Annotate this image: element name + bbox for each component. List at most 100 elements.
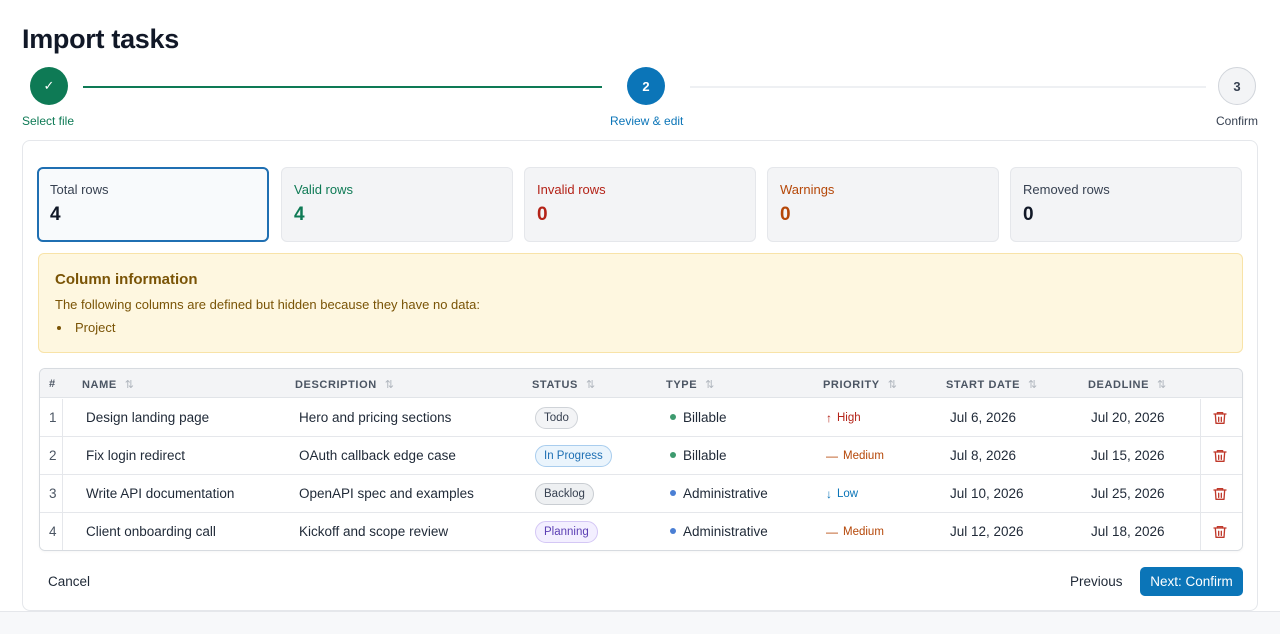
- step-2-label: Review & edit: [610, 114, 684, 128]
- column-divider: [62, 475, 63, 512]
- type-dot-icon: [670, 490, 676, 497]
- trash-icon[interactable]: [1212, 448, 1228, 464]
- column-divider: [62, 437, 63, 474]
- trash-icon[interactable]: [1212, 524, 1228, 540]
- task-name[interactable]: Write API documentation: [86, 486, 234, 501]
- hidden-column-item: Project: [75, 320, 116, 335]
- step-1-label: Select file: [22, 114, 75, 128]
- alert-title: Column information: [55, 271, 198, 288]
- stat-label: Removed rows: [1023, 182, 1110, 197]
- status-badge[interactable]: In Progress: [535, 445, 612, 467]
- header-status[interactable]: STATUS ⇅: [532, 378, 595, 392]
- sort-icon[interactable]: ⇅: [586, 378, 595, 391]
- header-start-date[interactable]: START DATE ⇅: [946, 378, 1037, 392]
- sort-icon[interactable]: ⇅: [1157, 378, 1166, 391]
- start-date[interactable]: Jul 8, 2026: [950, 448, 1016, 463]
- deadline[interactable]: Jul 18, 2026: [1091, 524, 1165, 539]
- task-name[interactable]: Client onboarding call: [86, 524, 216, 539]
- priority-arrow-icon: ↑: [826, 411, 832, 425]
- step-1-check-icon[interactable]: ✓: [30, 67, 68, 105]
- type-dot-icon: [670, 528, 676, 535]
- table-row[interactable]: 1 Design landing page Hero and pricing sec…: [40, 399, 1242, 437]
- stepper-connector-1: [83, 86, 602, 88]
- priority-indicator[interactable]: — Medium: [826, 449, 884, 463]
- status-badge[interactable]: Todo: [535, 407, 578, 429]
- stat-value: 4: [50, 204, 61, 225]
- alert-text: The following columns are defined but hi…: [55, 297, 480, 312]
- header-type[interactable]: TYPE ⇅: [666, 378, 714, 392]
- sort-icon[interactable]: ⇅: [385, 378, 394, 391]
- stat-invalid-rows[interactable]: Invalid rows 0: [524, 167, 756, 242]
- row-number: 4: [49, 524, 57, 539]
- stat-value: 0: [780, 204, 791, 225]
- deadline[interactable]: Jul 15, 2026: [1091, 448, 1165, 463]
- stat-value: 0: [1023, 204, 1034, 225]
- trash-icon[interactable]: [1212, 410, 1228, 426]
- priority-arrow-icon: —: [826, 525, 838, 539]
- step-2-marker[interactable]: 2: [627, 67, 665, 105]
- sort-icon[interactable]: ⇅: [888, 378, 897, 391]
- task-type[interactable]: Billable: [670, 448, 727, 463]
- stat-warnings[interactable]: Warnings 0: [767, 167, 999, 242]
- import-page: Import tasks ✓ 2 3 Select file Review & …: [0, 0, 1280, 612]
- header-deadline[interactable]: DEADLINE ⇅: [1088, 378, 1166, 392]
- sort-icon[interactable]: ⇅: [1028, 378, 1037, 391]
- row-number: 3: [49, 486, 57, 501]
- deadline[interactable]: Jul 25, 2026: [1091, 486, 1165, 501]
- sort-icon[interactable]: ⇅: [705, 378, 714, 391]
- stat-label: Total rows: [50, 182, 109, 197]
- task-name[interactable]: Design landing page: [86, 410, 209, 425]
- header-description[interactable]: DESCRIPTION ⇅: [295, 378, 394, 392]
- step-3-label: Confirm: [1216, 114, 1259, 128]
- status-badge[interactable]: Backlog: [535, 483, 594, 505]
- task-type[interactable]: Administrative: [670, 524, 768, 539]
- table-row[interactable]: 2 Fix login redirect OAuth callback edge c…: [40, 437, 1242, 475]
- task-type[interactable]: Administrative: [670, 486, 768, 501]
- column-info-alert: Column information The following columns…: [38, 253, 1243, 353]
- task-description[interactable]: OpenAPI spec and examples: [299, 486, 474, 501]
- task-description[interactable]: OAuth callback edge case: [299, 448, 456, 463]
- start-date[interactable]: Jul 12, 2026: [950, 524, 1024, 539]
- cancel-button[interactable]: Cancel: [48, 574, 90, 589]
- stat-label: Invalid rows: [537, 182, 606, 197]
- stepper-connector-2: [690, 86, 1206, 88]
- deadline[interactable]: Jul 20, 2026: [1091, 410, 1165, 425]
- stat-label: Warnings: [780, 182, 835, 197]
- previous-button[interactable]: Previous: [1070, 574, 1123, 589]
- table-row[interactable]: 3 Write API documentation OpenAPI spec and…: [40, 475, 1242, 513]
- priority-indicator[interactable]: ↑ High: [826, 411, 861, 425]
- step-3-marker[interactable]: 3: [1218, 67, 1256, 105]
- table-header: # NAME ⇅ DESCRIPTION ⇅ STATUS ⇅ TYPE ⇅ PRIOR…: [40, 369, 1242, 398]
- column-divider: [1200, 475, 1201, 512]
- priority-indicator[interactable]: — Medium: [826, 525, 884, 539]
- page-title: Import tasks: [22, 24, 179, 54]
- row-number: 1: [49, 410, 57, 425]
- stat-value: 4: [294, 204, 305, 225]
- priority-arrow-icon: ↓: [826, 487, 832, 501]
- column-divider: [1200, 399, 1201, 436]
- stat-valid-rows[interactable]: Valid rows 4: [281, 167, 513, 242]
- task-description[interactable]: Hero and pricing sections: [299, 410, 451, 425]
- header-name[interactable]: NAME ⇅: [82, 378, 134, 392]
- next-confirm-button[interactable]: Next: Confirm: [1140, 567, 1243, 596]
- stat-total-rows[interactable]: Total rows 4: [37, 167, 269, 242]
- table-row[interactable]: 4 Client onboarding call Kickoff and scope…: [40, 513, 1242, 550]
- task-description[interactable]: Kickoff and scope review: [299, 524, 448, 539]
- status-badge[interactable]: Planning: [535, 521, 598, 543]
- column-divider: [62, 399, 63, 436]
- row-number: 2: [49, 448, 57, 463]
- type-dot-icon: [670, 452, 676, 459]
- priority-indicator[interactable]: ↓ Low: [826, 487, 858, 501]
- tasks-table: # NAME ⇅ DESCRIPTION ⇅ STATUS ⇅ TYPE ⇅ PRIOR…: [39, 368, 1243, 551]
- start-date[interactable]: Jul 10, 2026: [950, 486, 1024, 501]
- header-priority[interactable]: PRIORITY ⇅: [823, 378, 897, 392]
- sort-icon[interactable]: ⇅: [125, 378, 134, 391]
- stat-value: 0: [537, 204, 548, 225]
- trash-icon[interactable]: [1212, 486, 1228, 502]
- task-name[interactable]: Fix login redirect: [86, 448, 185, 463]
- hidden-columns-list: Project: [55, 320, 1226, 335]
- type-dot-icon: [670, 414, 676, 421]
- stat-removed-rows[interactable]: Removed rows 0: [1010, 167, 1242, 242]
- task-type[interactable]: Billable: [670, 410, 727, 425]
- start-date[interactable]: Jul 6, 2026: [950, 410, 1016, 425]
